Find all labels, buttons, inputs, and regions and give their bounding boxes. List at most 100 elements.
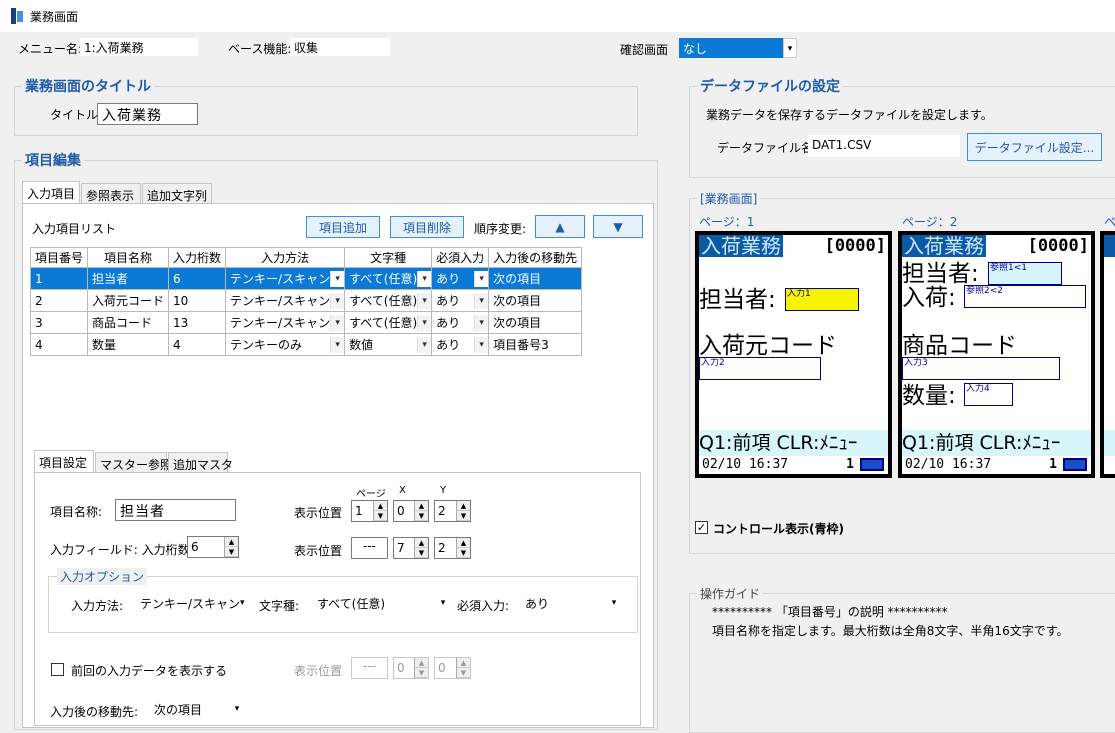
preview-screen-page-2[interactable]: 入荷業務 [0000] 担当者: 参照1<1 参照2<2 入荷: 商品コード 入… <box>898 231 1095 478</box>
table-row[interactable]: 1 担当者 6 テンキー/スキャン ▾ すべて(任意) ▾ あり ▾ 次の項目 <box>29 267 583 290</box>
input-method-value: テンキー/スキャン <box>140 596 241 611</box>
arrow-down-icon[interactable]: ▼ <box>415 668 428 678</box>
arrow-down-icon[interactable]: ▼ <box>225 547 238 557</box>
preview-screen-page-1[interactable]: 入荷業務 [0000] 担当者: 入力1 入荷元コード 入力2 Q1:前項 CL… <box>695 231 892 478</box>
position-x-stepper[interactable]: 0 ▲ ▼ <box>393 500 429 522</box>
tab-input-items[interactable]: 入力項目 <box>22 181 80 203</box>
item-name-input[interactable]: 担当者 <box>115 499 236 521</box>
tab-additional-master[interactable]: 追加マスタ <box>168 452 233 472</box>
required-select[interactable]: あり ▾ <box>521 592 621 614</box>
confirm-screen-select[interactable]: なし ▾ <box>679 38 797 58</box>
cell-number[interactable]: 4 <box>29 333 89 356</box>
data-file-settings-button[interactable]: データファイル設定... <box>967 133 1102 161</box>
chevron-down-icon[interactable]: ▾ <box>417 270 431 287</box>
chevron-down-icon[interactable]: ▾ <box>436 598 450 608</box>
input-method-select[interactable]: テンキー/スキャン ▾ <box>136 592 245 614</box>
tab-item-settings[interactable]: 項目設定 <box>34 450 94 472</box>
chevron-down-icon[interactable]: ▾ <box>474 314 488 331</box>
tab-additional-strings[interactable]: 追加文字列 <box>142 183 212 203</box>
chevron-down-icon[interactable]: ▾ <box>474 292 488 309</box>
input-digits-value: 6 <box>191 540 199 554</box>
arrow-down-icon[interactable]: ▼ <box>415 548 428 558</box>
input-digits-stepper[interactable]: 6 ▲ ▼ <box>187 536 239 558</box>
table-row[interactable]: 2 入荷元コード 10 テンキー/スキャン ▾ すべて(任意) ▾ あり ▾ 次の項目 <box>29 289 583 312</box>
cell-digits[interactable]: 10 <box>168 289 227 312</box>
arrow-down-icon[interactable]: ▼ <box>457 548 470 558</box>
position-y-stepper[interactable]: 2 ▲ ▼ <box>434 500 471 522</box>
cell-required[interactable]: あり ▾ <box>431 311 490 334</box>
table-row[interactable]: 4 数量 4 テンキーのみ ▾ 数値 ▾ あり ▾ 項目番号3 <box>29 333 583 356</box>
cell-name[interactable]: 数量 <box>87 333 170 356</box>
chevron-down-icon[interactable]: ▾ <box>474 336 488 353</box>
position-page-stepper[interactable]: 1 ▲ ▼ <box>351 500 388 522</box>
cell-next[interactable]: 次の項目 <box>488 289 583 312</box>
cell-method[interactable]: テンキー/スキャン ▾ <box>225 289 346 312</box>
chevron-down-icon[interactable]: ▾ <box>417 292 431 309</box>
cell-chartype[interactable]: 数値 ▾ <box>344 333 433 356</box>
cell-method[interactable]: テンキーのみ ▾ <box>225 333 346 356</box>
arrow-up-icon[interactable]: ▲ <box>457 658 470 668</box>
cell-name[interactable]: 入荷元コード <box>87 289 170 312</box>
cell-next[interactable]: 次の項目 <box>488 311 583 334</box>
title-input[interactable]: 入荷業務 <box>97 103 198 125</box>
cell-name[interactable]: 担当者 <box>87 267 170 290</box>
cell-required[interactable]: あり ▾ <box>431 289 490 312</box>
battery-icon <box>1063 458 1087 471</box>
cell-name[interactable]: 商品コード <box>87 311 170 334</box>
char-type-select[interactable]: すべて(任意) ▾ <box>313 592 450 614</box>
next-move-select[interactable]: 次の項目 ▾ <box>150 698 244 720</box>
arrow-up-icon[interactable]: ▲ <box>415 501 428 511</box>
cell-number[interactable]: 1 <box>29 267 89 290</box>
prev-x-stepper[interactable]: 0 ▲ ▼ <box>393 657 429 679</box>
add-item-button[interactable]: 項目追加 <box>306 216 380 238</box>
preview-screen-page-3[interactable] <box>1100 231 1115 478</box>
arrow-up-icon[interactable]: ▲ <box>415 658 428 668</box>
cell-digits[interactable]: 13 <box>168 311 227 334</box>
cell-number[interactable]: 2 <box>29 289 89 312</box>
arrow-up-icon[interactable]: ▲ <box>415 538 428 548</box>
cell-chartype[interactable]: すべて(任意) ▾ <box>344 311 433 334</box>
cell-digits[interactable]: 4 <box>168 333 227 356</box>
chevron-down-icon[interactable]: ▾ <box>607 598 621 608</box>
arrow-down-icon[interactable]: ▼ <box>374 511 387 521</box>
cell-method[interactable]: テンキー/スキャン ▾ <box>225 267 346 290</box>
cell-next[interactable]: 項目番号3 <box>488 333 583 356</box>
chevron-down-icon[interactable]: ▾ <box>330 336 344 353</box>
move-down-button[interactable]: ▼ <box>593 215 643 238</box>
cell-number[interactable]: 3 <box>29 311 89 334</box>
field-x-stepper[interactable]: 7 ▲ ▼ <box>393 537 429 559</box>
arrow-up-icon[interactable]: ▲ <box>457 501 470 511</box>
cell-chartype[interactable]: すべて(任意) ▾ <box>344 267 433 290</box>
chevron-down-icon[interactable]: ▾ <box>240 598 245 608</box>
chevron-down-icon[interactable]: ▾ <box>330 270 344 287</box>
cell-chartype[interactable]: すべて(任意) ▾ <box>344 289 433 312</box>
chevron-down-icon[interactable]: ▾ <box>230 704 244 714</box>
table-row[interactable]: 3 商品コード 13 テンキー/スキャン ▾ すべて(任意) ▾ あり ▾ 次の項目 <box>29 311 583 334</box>
chevron-down-icon[interactable]: ▾ <box>330 314 344 331</box>
chevron-down-icon[interactable]: ▾ <box>417 314 431 331</box>
arrow-up-icon[interactable]: ▲ <box>374 501 387 511</box>
base-function-value: 収集 <box>290 38 390 56</box>
prev-y-stepper[interactable]: 0 ▲ ▼ <box>434 657 471 679</box>
cell-required[interactable]: あり ▾ <box>431 267 490 290</box>
cell-digits[interactable]: 6 <box>168 267 227 290</box>
arrow-down-icon[interactable]: ▼ <box>457 668 470 678</box>
arrow-down-icon[interactable]: ▼ <box>415 511 428 521</box>
field-y-stepper[interactable]: 2 ▲ ▼ <box>434 537 471 559</box>
delete-item-button[interactable]: 項目削除 <box>390 216 464 238</box>
cell-method[interactable]: テンキー/スキャン ▾ <box>225 311 346 334</box>
tab-master-reference[interactable]: マスター参照 <box>95 452 172 472</box>
chevron-down-icon[interactable]: ▾ <box>474 270 488 287</box>
control-display-checkbox[interactable]: ✓ <box>695 521 708 534</box>
chevron-down-icon[interactable]: ▾ <box>330 292 344 309</box>
move-up-button[interactable]: ▲ <box>535 215 585 238</box>
arrow-down-icon[interactable]: ▼ <box>457 511 470 521</box>
arrow-up-icon[interactable]: ▲ <box>457 538 470 548</box>
chevron-down-icon[interactable]: ▾ <box>783 38 797 58</box>
cell-next[interactable]: 次の項目 <box>488 267 583 290</box>
chevron-down-icon[interactable]: ▾ <box>417 336 431 353</box>
arrow-up-icon[interactable]: ▲ <box>225 537 238 547</box>
previous-data-checkbox[interactable] <box>51 663 64 676</box>
cell-required[interactable]: あり ▾ <box>431 333 490 356</box>
tab-reference-display[interactable]: 参照表示 <box>81 183 141 203</box>
